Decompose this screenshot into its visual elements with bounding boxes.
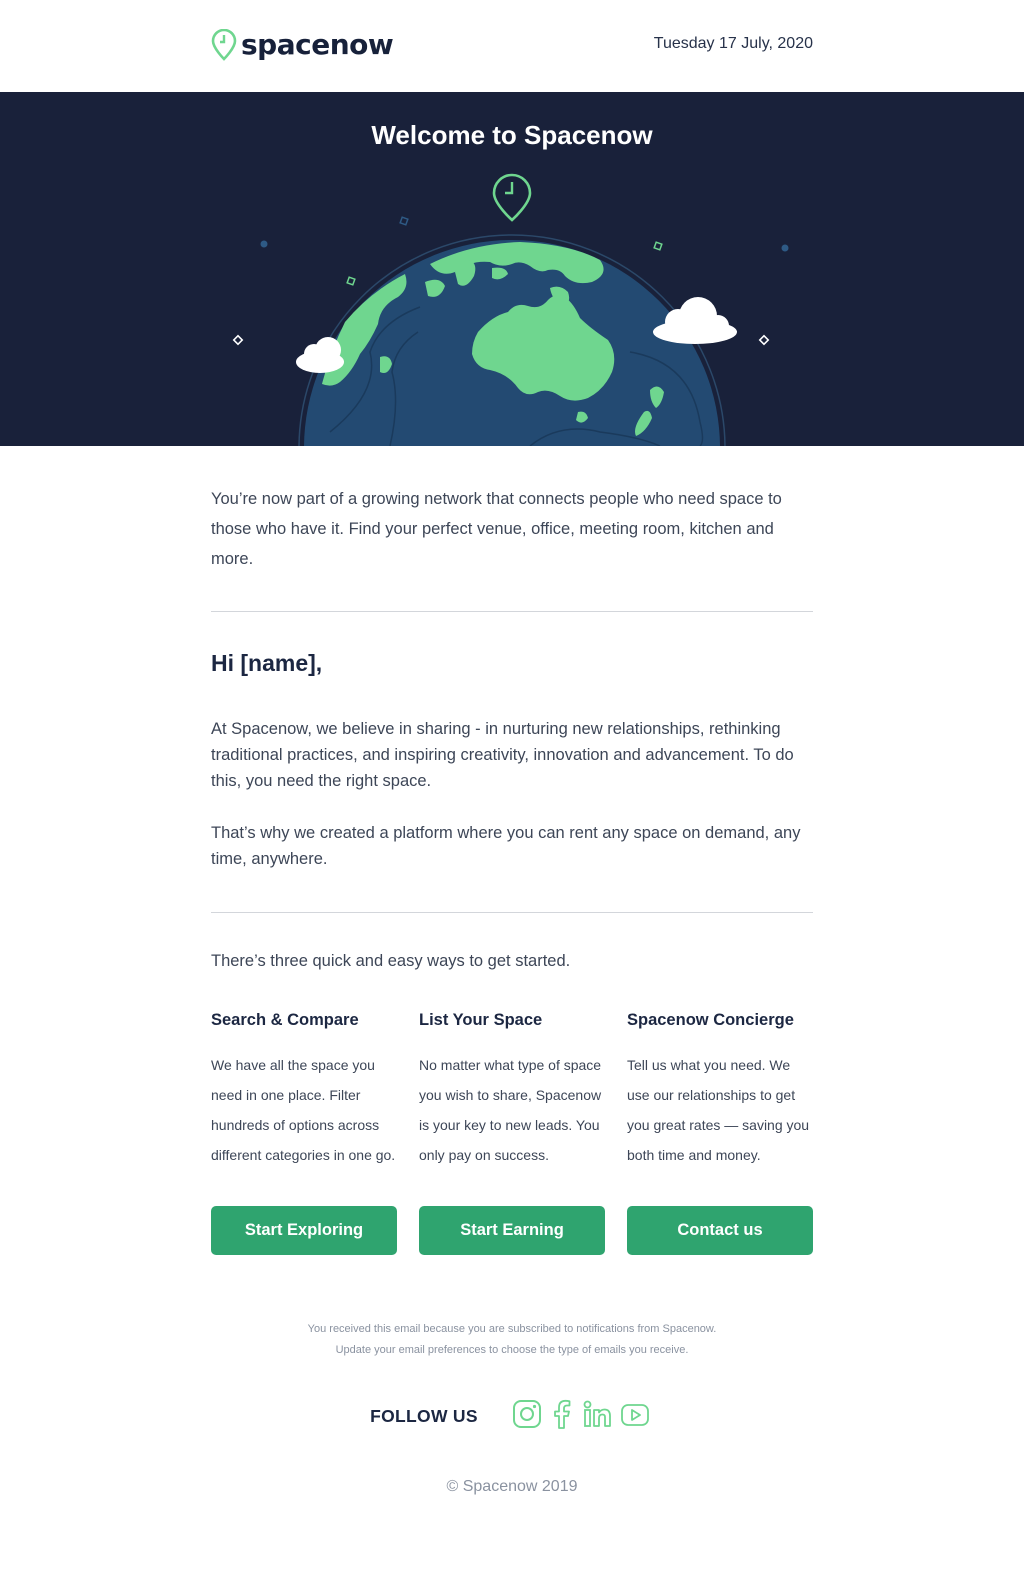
column-title: Search & Compare <box>211 1011 359 1029</box>
notice-line-2[interactable]: Update your email preferences to choose … <box>0 1340 1024 1361</box>
divider <box>211 912 813 913</box>
start-earning-button[interactable]: Start Earning <box>419 1206 605 1255</box>
column-text: Tell us what you need. We use our relati… <box>627 1057 810 1163</box>
email-header: spacenow Tuesday 17 July, 2020 <box>0 0 1024 92</box>
greeting: Hi [name], <box>211 650 323 676</box>
linkedin-icon[interactable] <box>582 1399 612 1434</box>
start-exploring-button[interactable]: Start Exploring <box>211 1206 397 1255</box>
email-body: You’re now part of a growing network tha… <box>211 484 813 1255</box>
facebook-icon[interactable] <box>550 1399 574 1434</box>
body-paragraph-1: At Spacenow, we believe in sharing - in … <box>211 720 794 790</box>
email-date: Tuesday 17 July, 2020 <box>653 35 813 52</box>
youtube-icon[interactable] <box>620 1399 650 1434</box>
column-title: Spacenow Concierge <box>627 1011 794 1029</box>
brand-name: spacenow <box>241 28 394 61</box>
contact-us-button[interactable]: Contact us <box>627 1206 813 1255</box>
cta-buttons: Start Exploring Start Earning Contact us <box>211 1206 813 1255</box>
column-text: We have all the space you need in one pl… <box>211 1057 396 1163</box>
intro-text: You’re now part of a growing network tha… <box>211 490 782 568</box>
column-search-compare: Search & Compare We have all the space y… <box>211 1011 397 1170</box>
hero-banner: Welcome to Spacenow <box>0 92 1024 446</box>
location-pin-icon <box>211 28 237 61</box>
body-paragraph-2: That’s why we created a platform where y… <box>211 824 801 868</box>
spacenow-logo[interactable]: spacenow <box>211 28 394 61</box>
options-columns: Search & Compare We have all the space y… <box>211 1011 813 1170</box>
column-title: List Your Space <box>419 1011 543 1029</box>
follow-us-row: FOLLOW US <box>0 1399 1024 1434</box>
get-started-text: There’s three quick and easy ways to get… <box>211 952 571 970</box>
instagram-icon[interactable] <box>512 1399 542 1434</box>
column-concierge: Spacenow Concierge Tell us what you need… <box>627 1011 813 1170</box>
column-list-your-space: List Your Space No matter what type of s… <box>419 1011 605 1170</box>
column-text: No matter what type of space you wish to… <box>419 1057 602 1163</box>
copyright: © Spacenow 2019 <box>446 1478 578 1495</box>
divider <box>211 611 813 612</box>
email-notice: You received this email because you are … <box>0 1319 1024 1361</box>
follow-us-label: FOLLOW US <box>370 1406 478 1426</box>
notice-line-1: You received this email because you are … <box>307 1323 717 1335</box>
hero-title: Welcome to Spacenow <box>371 120 653 150</box>
